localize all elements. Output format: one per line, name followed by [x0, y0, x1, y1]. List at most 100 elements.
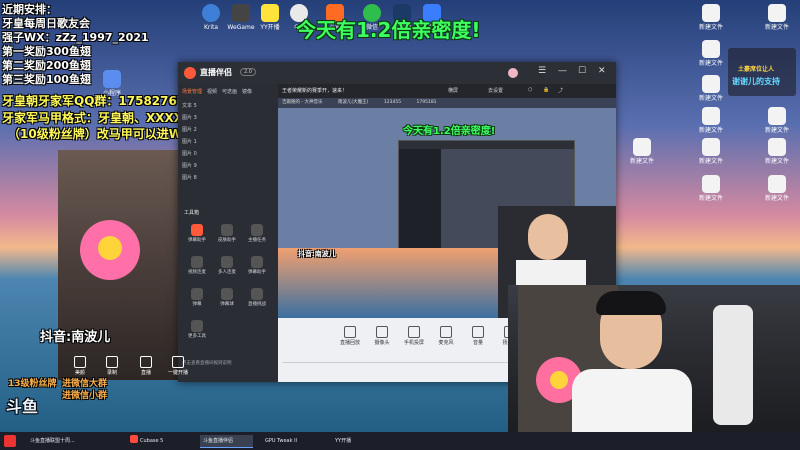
- tool-more[interactable]: 更多工具: [184, 320, 210, 340]
- gift-board: 土豪席位让人 谢谢儿的支持: [728, 48, 796, 96]
- phone-icon: [408, 326, 420, 338]
- volume-button[interactable]: 音量: [466, 326, 490, 347]
- tool-danmu[interactable]: 弹幕助手: [184, 224, 210, 244]
- share-icon[interactable]: ⤴: [558, 87, 563, 94]
- tab-scenes[interactable]: 场景管理: [182, 89, 202, 95]
- beauty-icon: [74, 356, 86, 368]
- more-tools-icon: [191, 320, 203, 332]
- scene-item[interactable]: 图片 8: [182, 174, 197, 183]
- settings-link[interactable]: 去设置: [488, 87, 503, 94]
- red-app-icon: [130, 435, 138, 443]
- gift-board-line2: 谢谢儿的支持: [732, 77, 780, 86]
- tab-video[interactable]: 视频: [207, 89, 217, 95]
- menu-icon[interactable]: ☰: [538, 66, 546, 76]
- one-click-live-button[interactable]: 一键开播: [166, 356, 190, 377]
- live-button[interactable]: 直播: [134, 356, 158, 377]
- file-icon[interactable]: 新建文件: [694, 175, 728, 202]
- barrage-ball-icon: [221, 288, 233, 300]
- taskbar-item-active[interactable]: 斗鱼直播伴侣: [200, 435, 253, 448]
- lock-icon[interactable]: 🔒: [543, 87, 549, 93]
- flower-center: [550, 371, 568, 389]
- file-icon[interactable]: 新建文件: [694, 107, 728, 134]
- record-icon: [106, 356, 118, 368]
- qq-group-line: 牙皇朝牙家军QQ群：175827670: [2, 94, 194, 108]
- taskbar-item[interactable]: YY开播: [335, 435, 351, 447]
- vest-format-line: 牙家军马甲格式：牙皇朝、XXXXX: [2, 111, 193, 125]
- intimacy-banner: 今天有1.2倍亲密度!: [296, 18, 481, 42]
- file-icon[interactable]: 新建文件: [625, 138, 659, 165]
- krita-icon[interactable]: Krita: [194, 4, 228, 31]
- record-button[interactable]: 录制: [100, 356, 124, 377]
- title-bar: 直播伴侣 2.0 ☰ — ☐ ✕: [178, 62, 616, 84]
- landscape-button[interactable]: 横屏: [448, 87, 458, 94]
- overlay-line: 强子WX：zZz_1997_2021: [2, 31, 149, 44]
- wx-group-rule: （10级粉丝牌）改马甲可以进WX群: [8, 127, 204, 141]
- game-icon[interactable]: ⬡: [528, 87, 532, 93]
- multi-link-icon: [221, 256, 233, 268]
- phone-cast-button[interactable]: 手机投屏: [402, 326, 426, 347]
- tool-task[interactable]: 主播任务: [244, 224, 270, 244]
- video-link-icon: [191, 256, 203, 268]
- overlay-line: 近期安排：: [2, 3, 57, 16]
- nested-banner: 今天有1.2倍亲密度!: [403, 126, 496, 137]
- scene-item[interactable]: 图片 2: [182, 126, 197, 135]
- scene-item[interactable]: 文本 5: [182, 102, 197, 111]
- scene-item[interactable]: 图片 0: [182, 150, 197, 159]
- streamer-hair: [596, 291, 666, 315]
- file-icon[interactable]: 新建文件: [760, 107, 794, 134]
- fan-promo-1: 13级粉丝牌: [8, 379, 57, 389]
- sidebar: 场景管理 视频 可迭画 镜像 文本 5 图片 3 图片 2 图片 1 图片 0 图片 …: [178, 84, 278, 382]
- fan-promo-3: 进微信小群: [62, 391, 108, 401]
- taskbar-item[interactable]: Cubase 5: [140, 435, 163, 447]
- maximize-icon[interactable]: ☐: [578, 66, 586, 76]
- danmu-2-icon: [251, 256, 263, 268]
- tool-video-link[interactable]: 视频连麦: [184, 256, 210, 276]
- overlay-line: 牙皇每周日歌友会: [2, 17, 90, 30]
- file-icon[interactable]: 新建文件: [694, 4, 728, 31]
- file-icon[interactable]: 新建文件: [760, 138, 794, 165]
- taskbar: 斗鱼直播联盟十周... Cubase 5 斗鱼直播伴侣 GPU Tweak II…: [0, 432, 800, 450]
- file-icon[interactable]: 新建文件: [694, 40, 728, 67]
- overlay-line: 第二奖励200鱼翅: [2, 59, 91, 72]
- tool-challenge[interactable]: 直播挑战: [244, 288, 270, 308]
- replay-icon: [344, 326, 356, 338]
- file-icon[interactable]: 新建文件: [694, 75, 728, 102]
- taskbar-item[interactable]: 斗鱼直播联盟十周...: [30, 435, 75, 447]
- file-icon[interactable]: 新建文件: [694, 138, 728, 165]
- start-icon[interactable]: [4, 435, 16, 447]
- mic-button[interactable]: 麦克风: [434, 326, 458, 347]
- top-toolbar: 王者荣耀新的赛季开，速来！ 横屏 去设置 ⬡ 🔒 ⤴: [278, 84, 616, 98]
- tab-overlay[interactable]: 可迭画: [222, 89, 237, 95]
- close-icon[interactable]: ✕: [598, 66, 606, 76]
- nested-douyin-tag: 抖音:南波儿: [298, 250, 336, 258]
- file-icon[interactable]: 新建文件: [760, 4, 794, 31]
- tool-barrage[interactable]: 弹幕: [184, 288, 210, 308]
- tab-mirror[interactable]: 镜像: [242, 89, 252, 95]
- douyin-tag: 抖音:南波儿: [40, 330, 111, 345]
- avatar[interactable]: [508, 68, 518, 78]
- notice-text: 王者荣耀新的赛季开，速来！: [282, 88, 348, 94]
- taskbar-item[interactable]: [128, 435, 140, 447]
- scene-item[interactable]: 图片 3: [182, 114, 197, 123]
- live-icon: [140, 356, 152, 368]
- taskbar-item[interactable]: GPU Tweak II: [265, 435, 297, 447]
- minimize-icon[interactable]: —: [558, 66, 567, 76]
- version-badge[interactable]: 2.0: [240, 68, 256, 76]
- beauty-button[interactable]: 美颜: [68, 356, 92, 377]
- scene-item[interactable]: 图片 1: [182, 138, 197, 147]
- challenge-icon: [251, 288, 263, 300]
- tool-danmu-2[interactable]: 弹幕助手: [244, 256, 270, 276]
- volume-icon: [472, 326, 484, 338]
- tool-barrage-ball[interactable]: 弹幕球: [214, 288, 240, 308]
- flower-center: [98, 236, 122, 260]
- toolbox-title: 工具箱: [184, 210, 200, 216]
- tool-skin[interactable]: 皮肤助手: [214, 224, 240, 244]
- file-icon[interactable]: 新建文件: [760, 175, 794, 202]
- tool-multi-link[interactable]: 多人连麦: [214, 256, 240, 276]
- chair-back: [713, 305, 753, 425]
- camera-button[interactable]: 摄像头: [370, 326, 394, 347]
- replay-button[interactable]: 直播回放: [338, 326, 362, 347]
- app-logo-icon: [184, 67, 196, 79]
- scene-item[interactable]: 图片 9: [182, 162, 197, 171]
- miniapp-icon[interactable]: 小程序: [95, 70, 129, 97]
